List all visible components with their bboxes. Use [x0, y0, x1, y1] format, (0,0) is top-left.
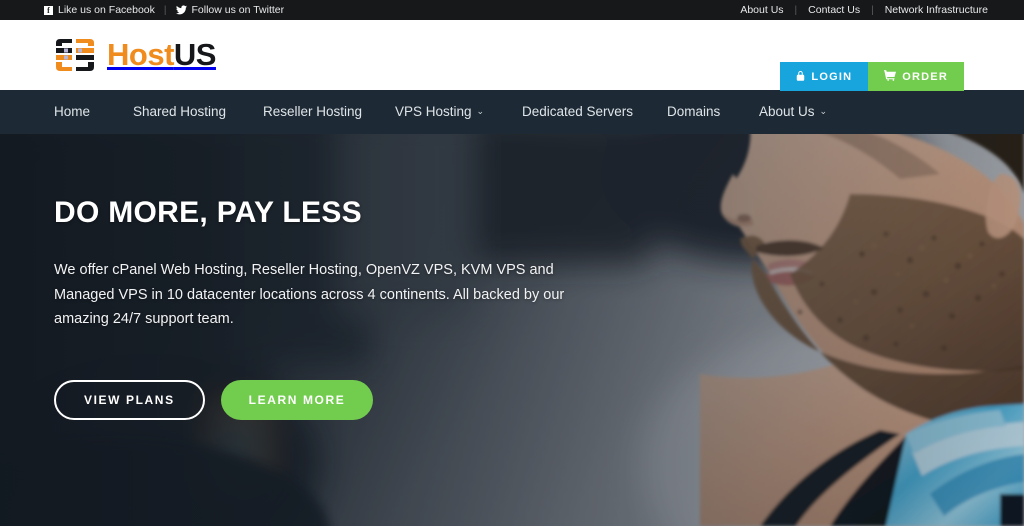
nav-item-shared-hosting[interactable]: Shared Hosting [133, 104, 226, 119]
topbar-link-contact-us[interactable]: Contact Us [808, 4, 860, 16]
topbar-separator: | [163, 4, 167, 16]
site-header: HostUS LOGIN ORDER [0, 20, 1024, 91]
nav-item-vps-hosting[interactable]: VPS Hosting ⌄ [395, 104, 484, 119]
nav-label-reseller-hosting: Reseller Hosting [263, 104, 363, 119]
cart-icon [884, 69, 897, 84]
nav-label-dedicated-servers: Dedicated Servers [522, 104, 634, 119]
topbar-separator-2: | [871, 4, 874, 16]
chevron-down-icon: ⌄ [476, 106, 485, 116]
nav-items: Home Shared Hosting Reseller Hosting VPS… [54, 90, 954, 134]
header-action-buttons: LOGIN ORDER [780, 62, 964, 91]
topbar-link-network-infrastructure[interactable]: Network Infrastructure [885, 4, 988, 16]
hero-banner: DO MORE, PAY LESS We offer cPanel Web Ho… [0, 134, 1024, 526]
facebook-label: Like us on Facebook [58, 4, 155, 16]
nav-label-about-us: About Us [759, 104, 815, 119]
topbar-link-about-us[interactable]: About Us [740, 4, 783, 16]
nav-item-reseller-hosting[interactable]: Reseller Hosting [263, 104, 362, 119]
logo-wordmark: HostUS [107, 37, 216, 73]
hero-cta-buttons: VIEW PLANS LEARN MORE [54, 379, 574, 420]
twitter-link[interactable]: Follow us on Twitter [175, 4, 285, 16]
main-navigation: Home Shared Hosting Reseller Hosting VPS… [0, 90, 1024, 134]
chevron-down-icon-about: ⌄ [819, 106, 828, 116]
nav-label-domains: Domains [667, 104, 721, 119]
server-rack-icon [52, 36, 98, 74]
nav-item-dedicated-servers[interactable]: Dedicated Servers [522, 104, 633, 119]
learn-more-button[interactable]: LEARN MORE [220, 379, 374, 420]
lock-icon [796, 70, 805, 84]
hero-title: DO MORE, PAY LESS [54, 196, 362, 229]
login-button[interactable]: LOGIN [780, 62, 869, 91]
order-button[interactable]: ORDER [868, 62, 964, 91]
nav-label-home: Home [54, 104, 91, 119]
login-button-label: LOGIN [811, 70, 853, 83]
logo-text-host: Host [107, 37, 174, 72]
hero-description: We offer cPanel Web Hosting, Reseller Ho… [54, 262, 565, 327]
nav-item-domains[interactable]: Domains [667, 104, 720, 119]
social-links: f Like us on Facebook | Follow us on Twi… [44, 4, 284, 16]
nav-label-vps-hosting: VPS Hosting [395, 104, 472, 119]
nav-item-about-us[interactable]: About Us ⌄ [759, 104, 827, 119]
nav-item-home[interactable]: Home [54, 104, 90, 119]
facebook-icon: f [44, 5, 53, 15]
view-plans-button[interactable]: VIEW PLANS [54, 379, 205, 420]
facebook-link[interactable]: f Like us on Facebook [44, 4, 155, 16]
nav-label-shared-hosting: Shared Hosting [133, 104, 227, 119]
twitter-label: Follow us on Twitter [191, 4, 285, 16]
topbar-separator-1: | [794, 4, 798, 16]
hero-content: DO MORE, PAY LESS We offer cPanel Web Ho… [54, 196, 574, 420]
top-utility-bar: f Like us on Facebook | Follow us on Twi… [0, 0, 1024, 20]
logo-text-us: US [173, 37, 217, 72]
twitter-icon [175, 5, 187, 15]
order-button-label: ORDER [902, 70, 948, 83]
topbar-links: About Us | Contact Us | Network Infrastr… [740, 4, 988, 16]
site-logo[interactable]: HostUS [52, 36, 216, 74]
